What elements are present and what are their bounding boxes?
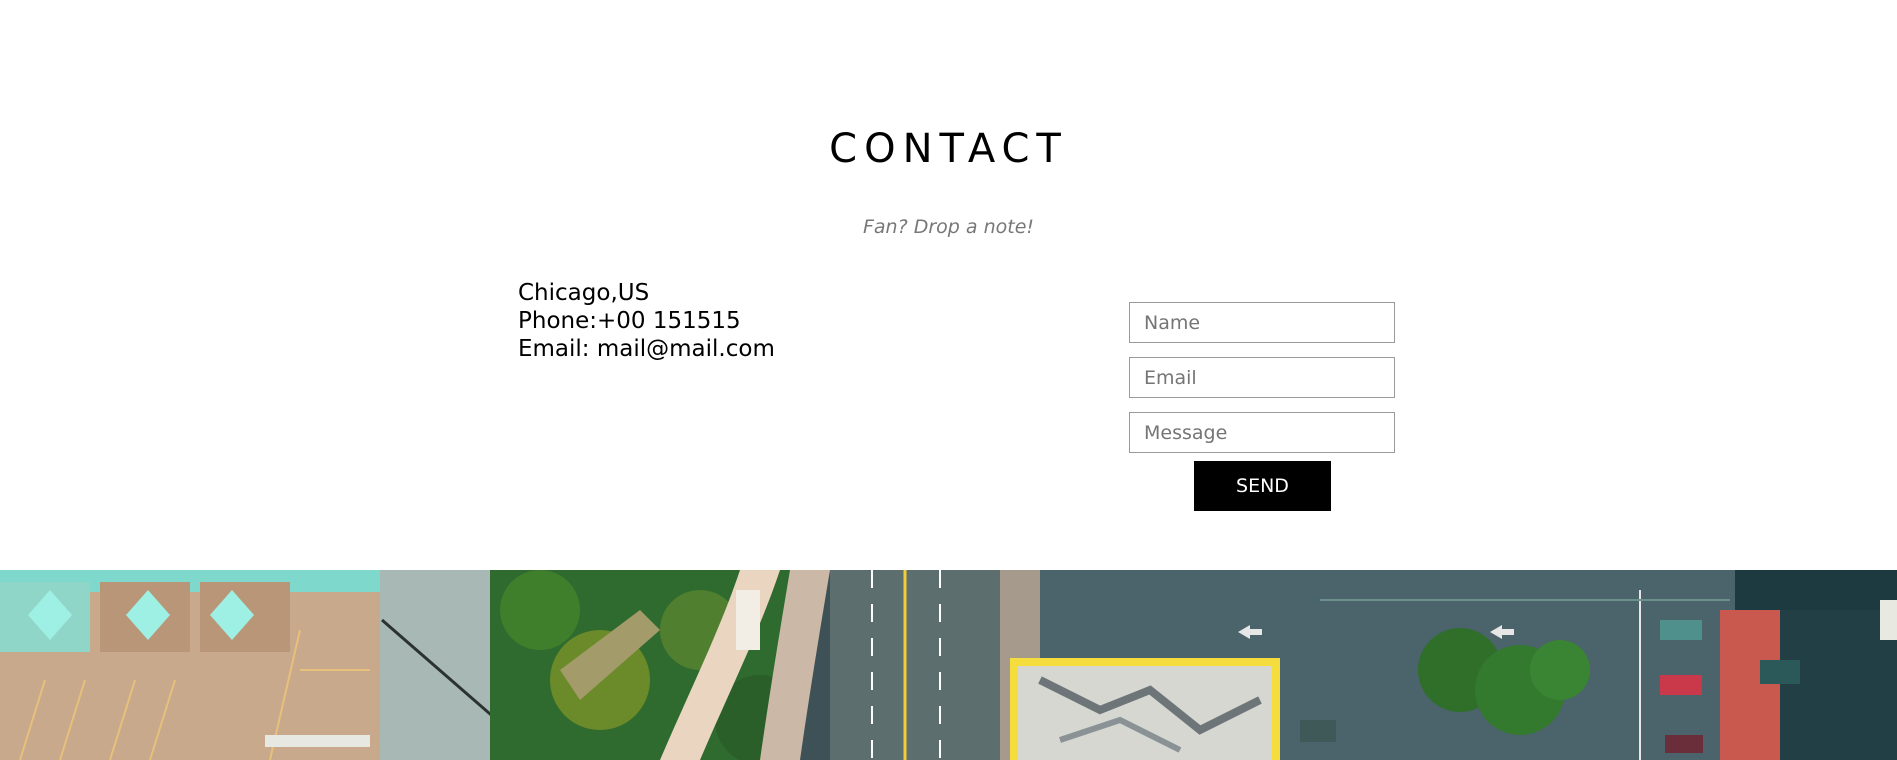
location-text: Chicago,US [518, 280, 650, 306]
name-input[interactable] [1129, 302, 1395, 343]
contact-title: CONTACT [829, 126, 1068, 172]
aerial-city-photo [0, 570, 1897, 760]
contact-info: Chicago,US Phone:+00 151515 Email: mail@… [518, 279, 775, 363]
phone-text: Phone:+00 151515 [518, 308, 741, 334]
send-button[interactable]: SEND [1194, 461, 1331, 511]
message-input[interactable] [1129, 412, 1395, 453]
contact-section: CONTACT Fan? Drop a note! Chicago,US Pho… [0, 0, 1897, 570]
contact-subtitle: Fan? Drop a note! [862, 216, 1034, 238]
email-input[interactable] [1129, 357, 1395, 398]
email-text: Email: mail@mail.com [518, 336, 775, 362]
